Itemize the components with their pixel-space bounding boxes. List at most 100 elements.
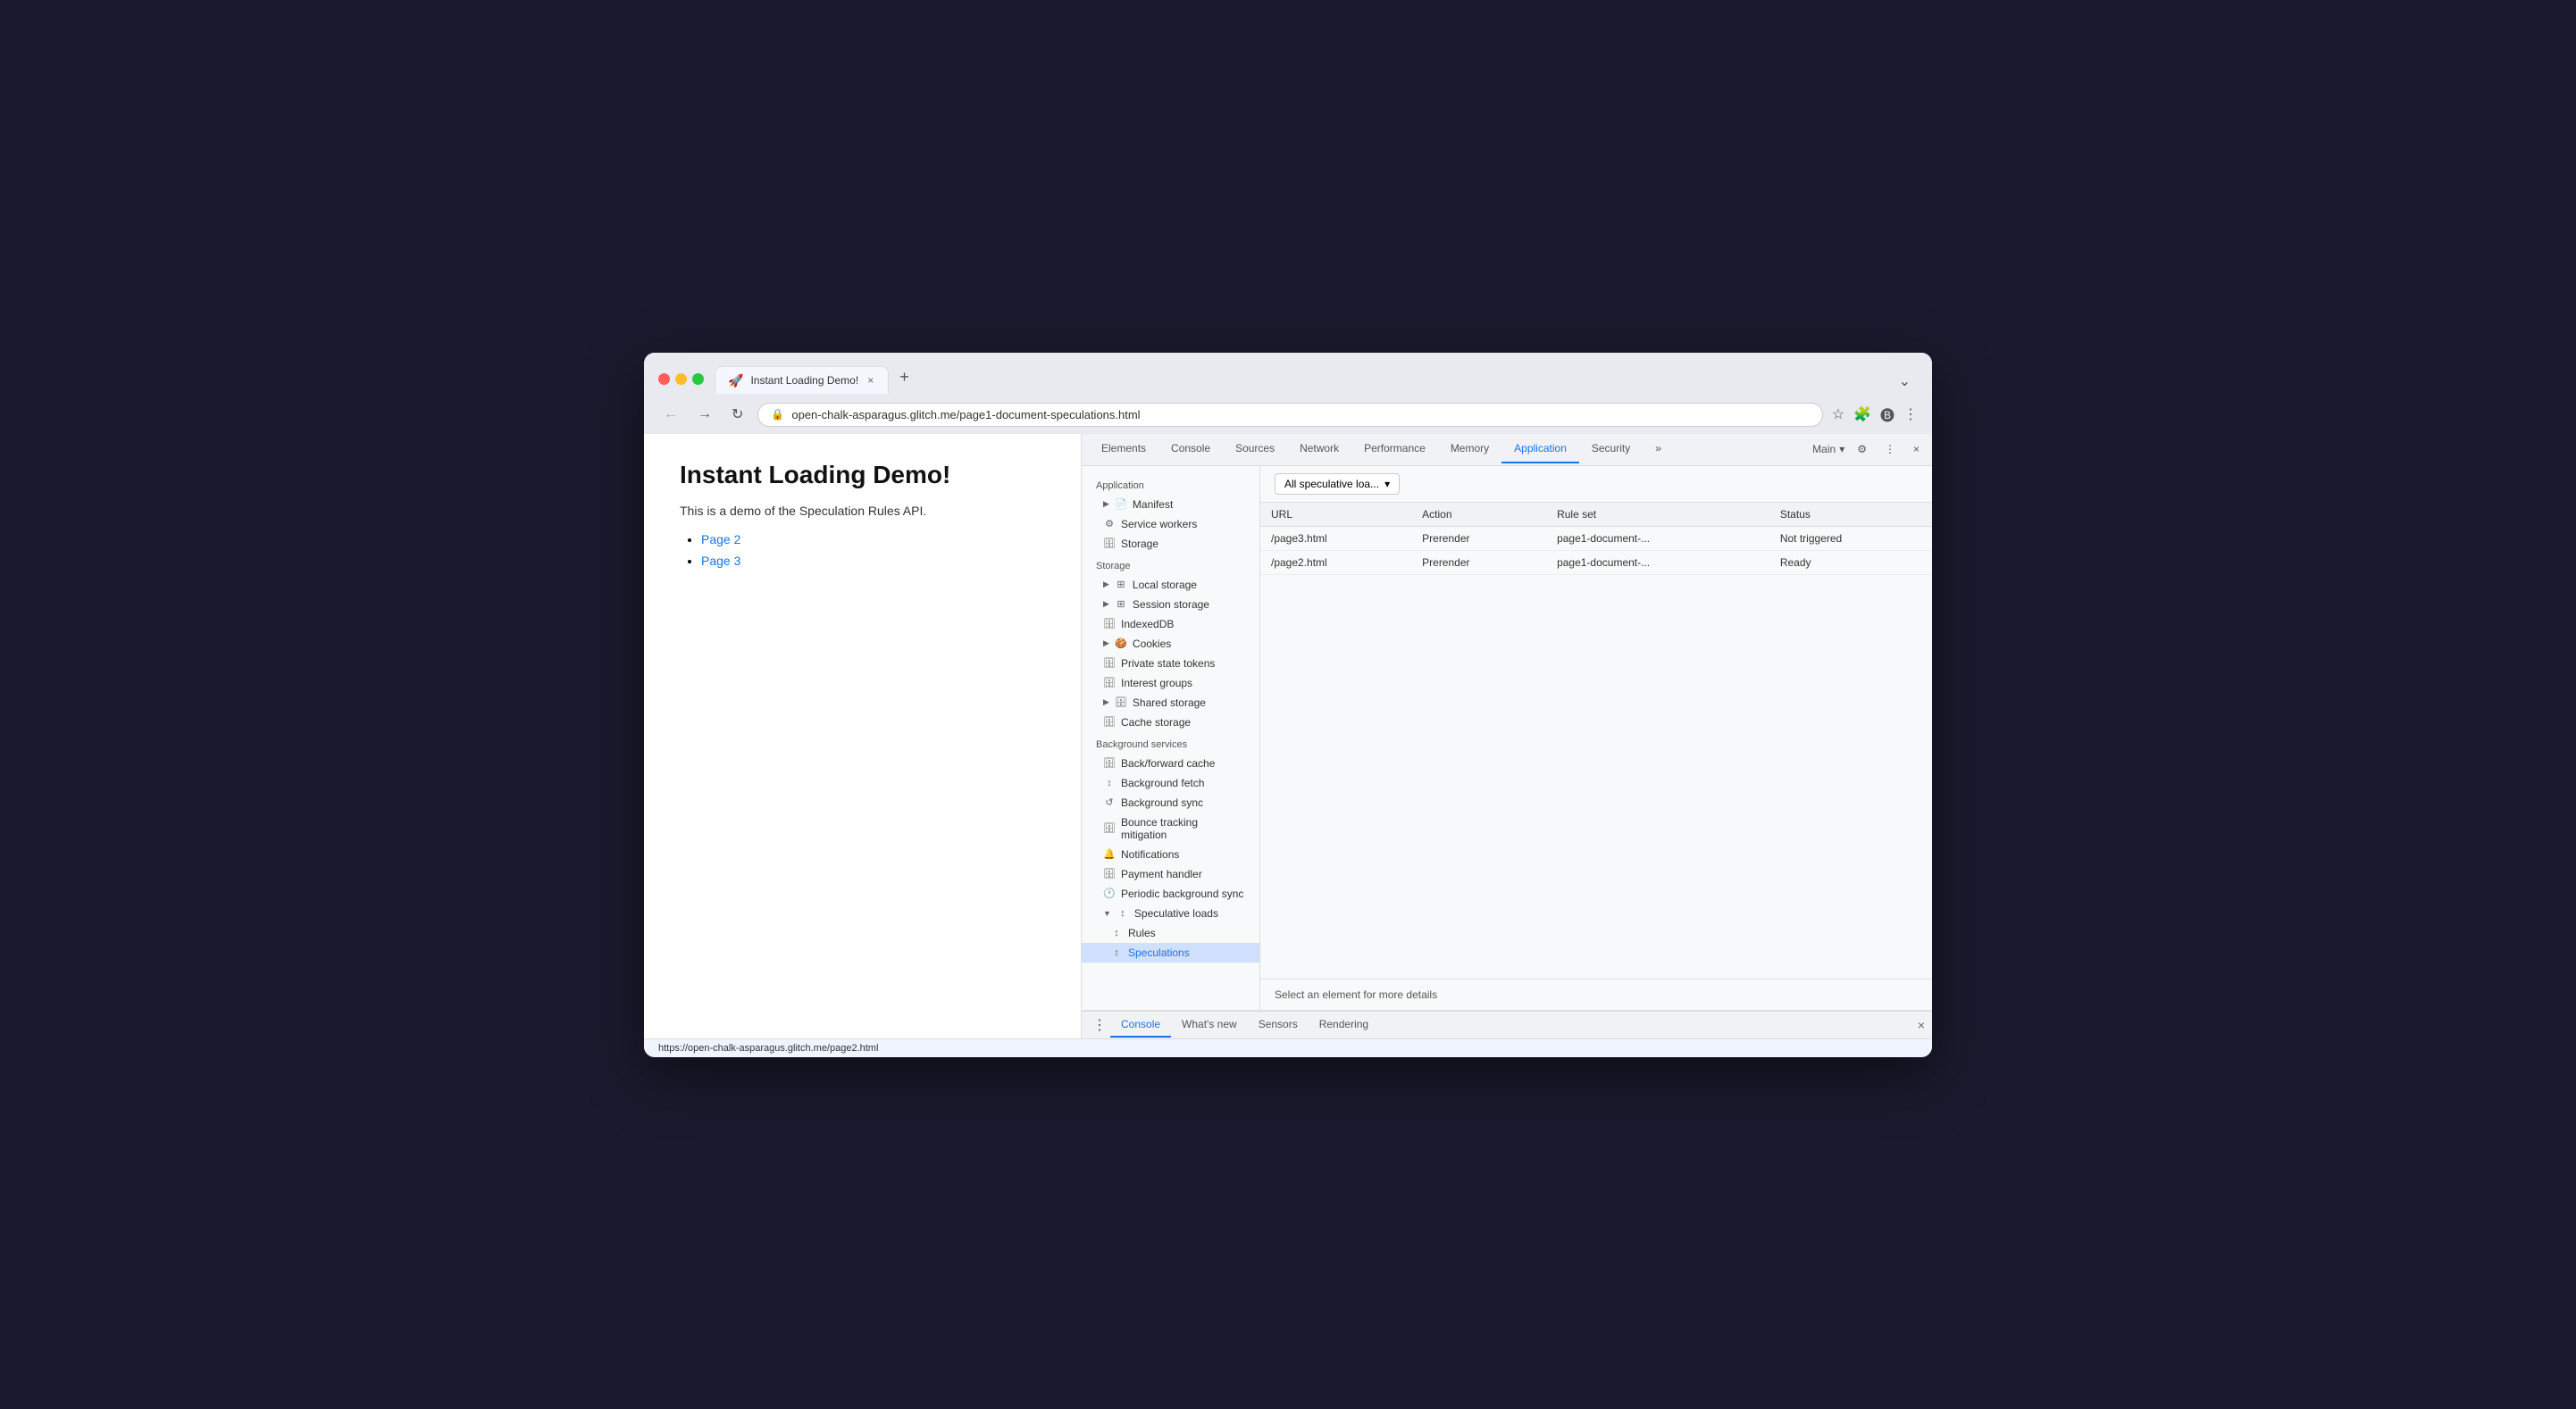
close-console-button[interactable]: ×: [1918, 1018, 1925, 1032]
bg-services-section-label: Background services: [1082, 732, 1259, 754]
sidebar-item-periodic-bg-sync[interactable]: 🕐 Periodic background sync: [1082, 884, 1259, 904]
console-bar: ⋮ Console What's new Sensors Rendering ×: [1082, 1010, 1932, 1038]
sidebar-label: Background fetch: [1121, 777, 1204, 789]
tab-application[interactable]: Application: [1501, 435, 1579, 463]
payment-handler-icon: 🗄: [1103, 868, 1116, 880]
sidebar-item-storage-top[interactable]: 🗄 Storage: [1082, 534, 1259, 554]
filter-dropdown[interactable]: All speculative loa... ▾: [1275, 473, 1400, 495]
url-text: open-chalk-asparagus.glitch.me/page1-doc…: [791, 408, 1140, 421]
sidebar-item-interest-groups[interactable]: 🗄 Interest groups: [1082, 673, 1259, 693]
tab-security[interactable]: Security: [1579, 435, 1643, 463]
reload-button[interactable]: ↻: [726, 404, 749, 425]
sidebar-item-rules[interactable]: ↕ Rules: [1082, 923, 1259, 943]
sidebar-item-shared-storage[interactable]: ▶ 🗄 Shared storage: [1082, 693, 1259, 713]
tab-title: Instant Loading Demo!: [750, 374, 858, 387]
cell-status: Ready: [1769, 550, 1932, 574]
menu-button[interactable]: ⋮: [1903, 405, 1918, 423]
list-item: Page 2: [701, 532, 1045, 548]
tab-sources[interactable]: Sources: [1223, 435, 1287, 463]
sidebar-item-cache-storage[interactable]: 🗄 Cache storage: [1082, 713, 1259, 732]
panel-toolbar: All speculative loa... ▾: [1260, 466, 1932, 503]
tab-elements[interactable]: Elements: [1089, 435, 1158, 463]
tab-console-bottom[interactable]: Console: [1110, 1013, 1171, 1038]
tab-rendering[interactable]: Rendering: [1309, 1013, 1379, 1038]
sidebar-item-speculative-loads[interactable]: ▼ ↕ Speculative loads: [1082, 904, 1259, 923]
tab-sensors[interactable]: Sensors: [1248, 1013, 1309, 1038]
periodic-bg-sync-icon: 🕐: [1103, 888, 1116, 899]
tab-whats-new[interactable]: What's new: [1171, 1013, 1248, 1038]
page3-link[interactable]: Page 3: [701, 554, 740, 568]
minimize-button[interactable]: [675, 373, 687, 385]
sidebar-label: Background sync: [1121, 796, 1203, 809]
bookmark-button[interactable]: ☆: [1832, 405, 1844, 423]
sidebar-item-background-sync[interactable]: ↺ Background sync: [1082, 793, 1259, 813]
tab-network[interactable]: Network: [1287, 435, 1351, 463]
sidebar-item-bounce-tracking[interactable]: 🗄 Bounce tracking mitigation: [1082, 813, 1259, 845]
context-selector[interactable]: Main ▾: [1812, 443, 1844, 455]
browser-tab[interactable]: 🚀 Instant Loading Demo! ×: [715, 366, 889, 394]
sidebar-item-notifications[interactable]: 🔔 Notifications: [1082, 845, 1259, 864]
sidebar-item-back-forward-cache[interactable]: 🗄 Back/forward cache: [1082, 754, 1259, 773]
panel-table: URL Action Rule set Status /page3.html P…: [1260, 503, 1932, 979]
console-menu-icon[interactable]: ⋮: [1089, 1014, 1110, 1036]
sidebar-item-private-state-tokens[interactable]: 🗄 Private state tokens: [1082, 654, 1259, 673]
profile-button[interactable]: 🅑: [1880, 404, 1894, 425]
interest-groups-icon: 🗄: [1103, 677, 1116, 688]
expand-icon: ▼: [1103, 909, 1111, 918]
table-row[interactable]: /page2.html Prerender page1-document-...…: [1260, 550, 1932, 574]
sidebar-label: Interest groups: [1121, 677, 1192, 689]
sidebar-item-session-storage[interactable]: ▶ ⊞ Session storage: [1082, 595, 1259, 614]
cell-rule-set: page1-document-...: [1546, 550, 1769, 574]
status-bar: https://open-chalk-asparagus.glitch.me/p…: [644, 1038, 1932, 1057]
manifest-icon: 📄: [1115, 498, 1127, 510]
main-panel: All speculative loa... ▾ URL Action Rule: [1260, 466, 1932, 1010]
sidebar-item-manifest[interactable]: ▶ 📄 Manifest: [1082, 495, 1259, 514]
back-button[interactable]: ←: [658, 404, 683, 424]
notifications-icon: 🔔: [1103, 848, 1116, 860]
col-status: Status: [1769, 503, 1932, 527]
sidebar-item-background-fetch[interactable]: ↕ Background fetch: [1082, 773, 1259, 793]
more-options-icon[interactable]: ⋮: [1879, 441, 1901, 457]
close-devtools-button[interactable]: ×: [1908, 441, 1925, 457]
forward-button[interactable]: →: [692, 404, 717, 424]
sidebar-label: Speculative loads: [1134, 907, 1218, 920]
table-row[interactable]: /page3.html Prerender page1-document-...…: [1260, 526, 1932, 550]
background-sync-icon: ↺: [1103, 796, 1116, 808]
sidebar-item-indexeddb[interactable]: 🗄 IndexedDB: [1082, 614, 1259, 634]
new-tab-button[interactable]: +: [892, 364, 916, 390]
main-content: Instant Loading Demo! This is a demo of …: [644, 434, 1932, 1038]
col-action: Action: [1411, 503, 1546, 527]
tab-icon: 🚀: [728, 373, 743, 388]
sidebar-item-service-workers[interactable]: ⚙ Service workers: [1082, 514, 1259, 534]
devtools-body: Application ▶ 📄 Manifest ⚙ Service worke…: [1082, 466, 1932, 1010]
page-links: Page 2 Page 3: [680, 532, 1045, 570]
page2-link[interactable]: Page 2: [701, 532, 740, 546]
sidebar-item-speculations[interactable]: ↕ Speculations: [1082, 943, 1259, 963]
expand-icon: ▶: [1103, 638, 1109, 648]
tab-bar: 🚀 Instant Loading Demo! × + ⌄: [715, 364, 1918, 394]
list-item: Page 3: [701, 554, 1045, 570]
close-button[interactable]: [658, 373, 670, 385]
table-header-row: URL Action Rule set Status: [1260, 503, 1932, 527]
settings-icon[interactable]: ⚙: [1852, 441, 1872, 457]
tab-close-button[interactable]: ×: [866, 372, 875, 388]
tab-memory[interactable]: Memory: [1438, 435, 1501, 463]
sidebar-item-payment-handler[interactable]: 🗄 Payment handler: [1082, 864, 1259, 884]
sidebar-label: IndexedDB: [1121, 618, 1174, 630]
sidebar-item-local-storage[interactable]: ▶ ⊞ Local storage: [1082, 575, 1259, 595]
url-bar[interactable]: 🔒 open-chalk-asparagus.glitch.me/page1-d…: [757, 403, 1822, 427]
expand-icon: ▶: [1103, 579, 1109, 589]
tab-menu-button[interactable]: ⌄: [1892, 369, 1918, 394]
traffic-lights: [658, 373, 704, 385]
sidebar-item-cookies[interactable]: ▶ 🍪 Cookies: [1082, 634, 1259, 654]
devtools-sidebar: Application ▶ 📄 Manifest ⚙ Service worke…: [1082, 466, 1260, 1010]
maximize-button[interactable]: [692, 373, 704, 385]
cell-status: Not triggered: [1769, 526, 1932, 550]
expand-icon: ▶: [1103, 599, 1109, 609]
tab-console[interactable]: Console: [1158, 435, 1223, 463]
extensions-button[interactable]: 🧩: [1853, 405, 1871, 423]
devtools-tab-bar: Elements Console Sources Network Perform…: [1082, 434, 1932, 466]
tab-more[interactable]: »: [1643, 435, 1674, 463]
bounce-tracking-icon: 🗄: [1103, 822, 1116, 834]
tab-performance[interactable]: Performance: [1351, 435, 1438, 463]
